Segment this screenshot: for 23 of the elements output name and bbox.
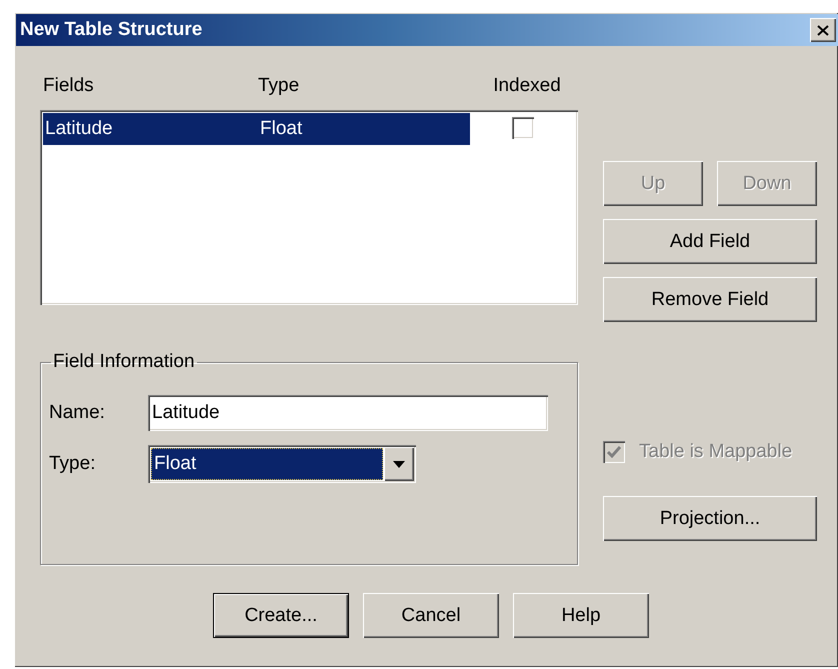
cancel-button[interactable]: Cancel [363,593,499,638]
group-title: Field Information [52,351,196,373]
add-field-button[interactable]: Add Field [603,219,817,264]
column-header: Type [258,75,300,97]
check-icon [607,446,621,458]
type-value: Float [151,448,383,480]
indexed-checkbox[interactable] [512,117,534,139]
remove-field-button[interactable]: Remove Field [603,277,817,322]
mappable-label: Table is Mappable [639,441,792,463]
window-title: New Table Structure [20,19,202,41]
column-header: Indexed [493,75,561,97]
field-type-cell[interactable]: Float [258,113,470,145]
type-dropdown[interactable]: Float [148,445,416,483]
column-header: Fields [43,75,94,97]
name-label: Name: [49,402,106,424]
field-name-cell[interactable]: Latitude [43,113,258,145]
help-button[interactable]: Help [513,593,649,638]
projection-button[interactable]: Projection... [603,496,817,541]
create-button[interactable]: Create... [213,593,349,638]
close-button[interactable] [810,18,836,42]
name-field[interactable]: Latitude [148,395,548,431]
type-label: Type: [49,453,96,475]
close-icon [817,24,829,36]
